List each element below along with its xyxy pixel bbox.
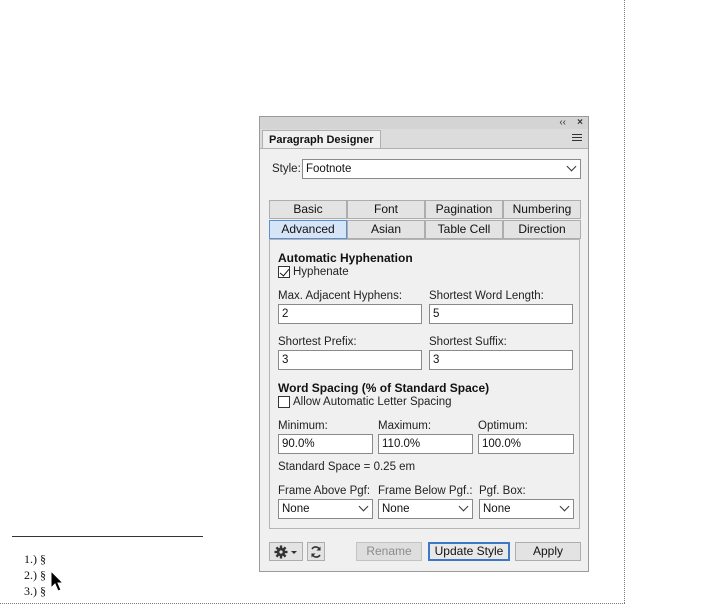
paragraph-designer-panel: ‹‹ × Paragraph Designer Style: Footnote …: [259, 116, 589, 572]
style-dropdown-value: Footnote: [306, 163, 352, 175]
frame-below-dropdown[interactable]: None: [378, 499, 473, 519]
page-bottom-edge: [0, 603, 625, 604]
frame-above-dropdown[interactable]: None: [278, 499, 373, 519]
advanced-tab-content: Automatic Hyphenation Hyphenate Max. Adj…: [269, 239, 580, 529]
panel-tab-paragraph-designer[interactable]: Paragraph Designer: [262, 130, 381, 148]
shortest-suffix-label: Shortest Suffix:: [429, 336, 507, 348]
collapse-icon[interactable]: ‹‹: [559, 117, 566, 129]
gear-icon: [274, 545, 297, 559]
chevron-down-icon: [559, 501, 570, 512]
tab-numbering[interactable]: Numbering: [503, 200, 581, 219]
shortest-prefix-input[interactable]: 3: [278, 350, 422, 370]
apply-button[interactable]: Apply: [515, 542, 581, 561]
close-icon[interactable]: ×: [577, 117, 583, 129]
allow-letter-spacing-label: Allow Automatic Letter Spacing: [293, 396, 452, 408]
tab-basic[interactable]: Basic: [269, 200, 347, 219]
tab-font[interactable]: Font: [347, 200, 425, 219]
standard-space-text: Standard Space = 0.25 em: [278, 461, 416, 473]
minimum-label: Minimum:: [278, 420, 328, 432]
refresh-button[interactable]: [307, 542, 325, 561]
style-dropdown[interactable]: Footnote: [302, 159, 581, 179]
shortest-word-length-label: Shortest Word Length:: [429, 290, 544, 302]
page-right-edge: [624, 0, 625, 603]
pgf-box-dropdown[interactable]: None: [479, 499, 574, 519]
rename-button[interactable]: Rename: [356, 542, 422, 561]
style-label: Style:: [272, 163, 301, 175]
maximum-input[interactable]: 110.0%: [378, 434, 473, 454]
frame-below-label: Frame Below Pgf.:: [378, 485, 473, 497]
frame-above-label: Frame Above Pgf:: [278, 485, 371, 497]
footnote-separator: [12, 536, 203, 537]
frame-below-value: None: [382, 503, 410, 515]
footnote-line-1[interactable]: 1.) §: [24, 552, 46, 567]
tab-direction[interactable]: Direction: [503, 220, 581, 239]
chevron-down-icon: [566, 161, 577, 172]
mouse-pointer-icon: [50, 570, 65, 592]
tab-pagination[interactable]: Pagination: [425, 200, 503, 219]
max-adjacent-hyphens-label: Max. Adjacent Hyphens:: [278, 290, 403, 302]
pgf-box-value: None: [483, 503, 511, 515]
maximum-label: Maximum:: [378, 420, 432, 432]
panel-menu-icon[interactable]: [572, 134, 582, 143]
allow-letter-spacing-checkbox[interactable]: [278, 396, 290, 408]
checkmark-icon: [279, 266, 290, 277]
footnote-line-3[interactable]: 3.) §: [24, 584, 46, 599]
tab-asian[interactable]: Asian: [347, 220, 425, 239]
panel-tabstrip: Paragraph Designer: [260, 129, 588, 149]
automatic-hyphenation-heading: Automatic Hyphenation: [278, 251, 413, 265]
word-spacing-heading: Word Spacing (% of Standard Space): [278, 381, 490, 395]
panel-titlebar[interactable]: ‹‹ ×: [260, 117, 588, 129]
minimum-input[interactable]: 90.0%: [278, 434, 373, 454]
tab-advanced[interactable]: Advanced: [269, 220, 347, 239]
chevron-down-icon: [358, 501, 369, 512]
refresh-icon: [311, 546, 321, 558]
hyphenate-checkbox[interactable]: [278, 266, 290, 278]
shortest-prefix-label: Shortest Prefix:: [278, 336, 357, 348]
footnote-line-2[interactable]: 2.) §: [24, 568, 46, 583]
optimum-label: Optimum:: [478, 420, 528, 432]
commands-menu-button[interactable]: [269, 542, 303, 561]
hyphenate-label: Hyphenate: [293, 266, 349, 278]
pgf-box-label: Pgf. Box:: [479, 485, 526, 497]
shortest-word-length-input[interactable]: 5: [429, 304, 573, 324]
frame-above-value: None: [282, 503, 310, 515]
max-adjacent-hyphens-input[interactable]: 2: [278, 304, 422, 324]
update-style-button[interactable]: Update Style: [428, 542, 510, 561]
optimum-input[interactable]: 100.0%: [478, 434, 574, 454]
chevron-down-icon: [458, 501, 469, 512]
shortest-suffix-input[interactable]: 3: [429, 350, 573, 370]
tab-table-cell[interactable]: Table Cell: [425, 220, 503, 239]
